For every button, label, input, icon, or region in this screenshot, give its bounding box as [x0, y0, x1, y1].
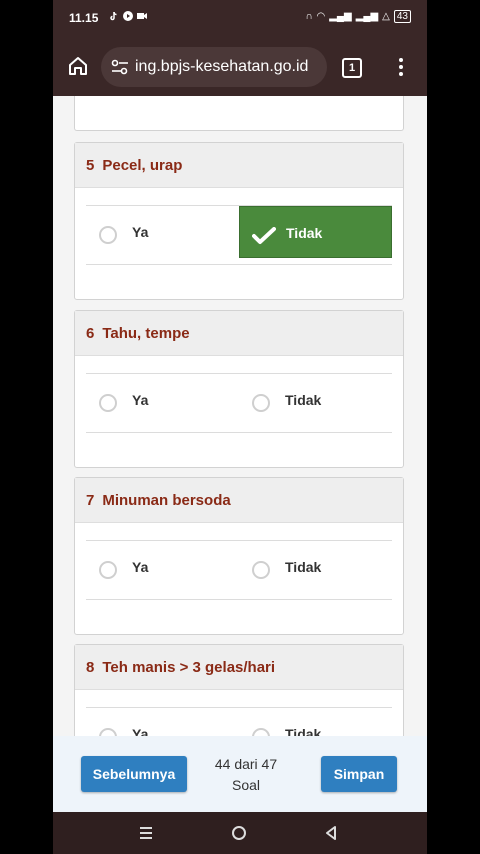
wifi-icon: ◠	[316, 11, 326, 22]
warning-icon: △	[382, 11, 390, 22]
radio-button[interactable]	[252, 394, 270, 412]
signal-icon-2: ▂▄▆	[355, 11, 379, 22]
play-icon	[123, 10, 133, 21]
more-menu-icon[interactable]	[396, 56, 406, 78]
option-tidak[interactable]: Tidak	[239, 374, 392, 426]
tiktok-icon	[109, 10, 119, 21]
option-label: Tidak	[285, 559, 322, 575]
answer-options: Ya Tidak	[86, 540, 392, 600]
option-tidak[interactable]: Tidak	[239, 708, 392, 736]
question-number: 5	[86, 156, 95, 174]
option-ya[interactable]: Ya	[86, 374, 239, 426]
question-progress: 44 dari 47 Soal	[203, 754, 289, 796]
question-card-8: 8 Teh manis > 3 gelas/hari Ya Tidak	[74, 644, 404, 736]
question-number: 6	[86, 324, 95, 342]
option-ya[interactable]: Ya	[86, 206, 239, 258]
back-icon[interactable]	[321, 823, 341, 843]
system-icons: ∩ ◠ ▂▄▆ ▂▄▆ △ 43	[305, 10, 411, 23]
question-number: 8	[86, 658, 95, 676]
option-ya[interactable]: Ya	[86, 708, 239, 736]
save-button[interactable]: Simpan	[321, 756, 397, 792]
option-label: Tidak	[285, 726, 322, 736]
question-title: 7 Minuman bersoda	[75, 478, 403, 523]
question-title: 5 Pecel, urap	[75, 143, 403, 188]
notification-icons	[109, 10, 147, 21]
question-card-6: 6 Tahu, tempe Ya Tidak	[74, 310, 404, 468]
question-number: 7	[86, 491, 95, 509]
question-text: Minuman bersoda	[102, 491, 231, 509]
radio-button[interactable]	[252, 561, 270, 579]
question-text: Tahu, tempe	[102, 324, 190, 342]
radio-button[interactable]	[99, 728, 117, 736]
question-card-7: 7 Minuman bersoda Ya Tidak	[74, 477, 404, 635]
questionnaire-content: 5 Pecel, urap Ya Tidak 6 Tahu, tempe Ya …	[53, 96, 427, 736]
phone-screen: 11.15 ∩ ◠ ▂▄▆ ▂▄▆ △ 43 ing.bpjs-kesehata…	[53, 0, 427, 854]
radio-button[interactable]	[99, 226, 117, 244]
radio-button[interactable]	[252, 728, 270, 736]
signal-icon: ▂▄▆	[329, 11, 352, 22]
option-label: Ya	[132, 559, 149, 575]
answer-options: Ya Tidak	[86, 205, 392, 265]
option-label: Tidak	[285, 392, 322, 408]
question-title: 6 Tahu, tempe	[75, 311, 403, 356]
option-label: Ya	[132, 392, 149, 408]
question-text: Teh manis > 3 gelas/hari	[102, 658, 276, 676]
status-bar: 11.15 ∩ ◠ ▂▄▆ ▂▄▆ △ 43	[53, 0, 427, 38]
browser-toolbar: ing.bpjs-kesehatan.go.id 1	[53, 38, 427, 96]
video-icon	[137, 10, 147, 20]
option-label: Ya	[132, 726, 149, 736]
answer-options: Ya Tidak	[86, 707, 392, 736]
answer-options: Ya Tidak	[86, 373, 392, 433]
option-tidak-selected[interactable]: Tidak	[239, 206, 392, 258]
checkmark-icon	[252, 227, 276, 245]
option-tidak[interactable]: Tidak	[239, 541, 392, 593]
progress-unit: Soal	[231, 777, 261, 793]
headset-icon: ∩	[305, 11, 313, 22]
url-text: ing.bpjs-kesehatan.go.id	[135, 58, 309, 75]
question-card-previous	[74, 96, 404, 131]
status-time: 11.15	[69, 11, 99, 25]
question-text: Pecel, urap	[102, 156, 183, 174]
android-nav-bar	[53, 812, 427, 854]
option-label: Ya	[132, 224, 149, 240]
recent-apps-icon[interactable]	[136, 823, 156, 843]
tab-switcher-button[interactable]: 1	[342, 58, 362, 78]
home-nav-icon[interactable]	[229, 823, 249, 843]
radio-button[interactable]	[99, 561, 117, 579]
radio-button[interactable]	[99, 394, 117, 412]
progress-count: 44 dari 47	[214, 756, 278, 772]
question-title: 8 Teh manis > 3 gelas/hari	[75, 645, 403, 690]
address-bar[interactable]: ing.bpjs-kesehatan.go.id	[101, 47, 327, 87]
home-icon[interactable]	[67, 55, 89, 77]
site-settings-icon[interactable]	[111, 59, 129, 75]
battery-indicator: 43	[393, 10, 411, 23]
form-footer: Sebelumnya 44 dari 47 Soal Simpan	[53, 736, 427, 812]
question-card-5: 5 Pecel, urap Ya Tidak	[74, 142, 404, 300]
previous-button[interactable]: Sebelumnya	[81, 756, 187, 792]
option-ya[interactable]: Ya	[86, 541, 239, 593]
option-label: Tidak	[286, 225, 323, 241]
